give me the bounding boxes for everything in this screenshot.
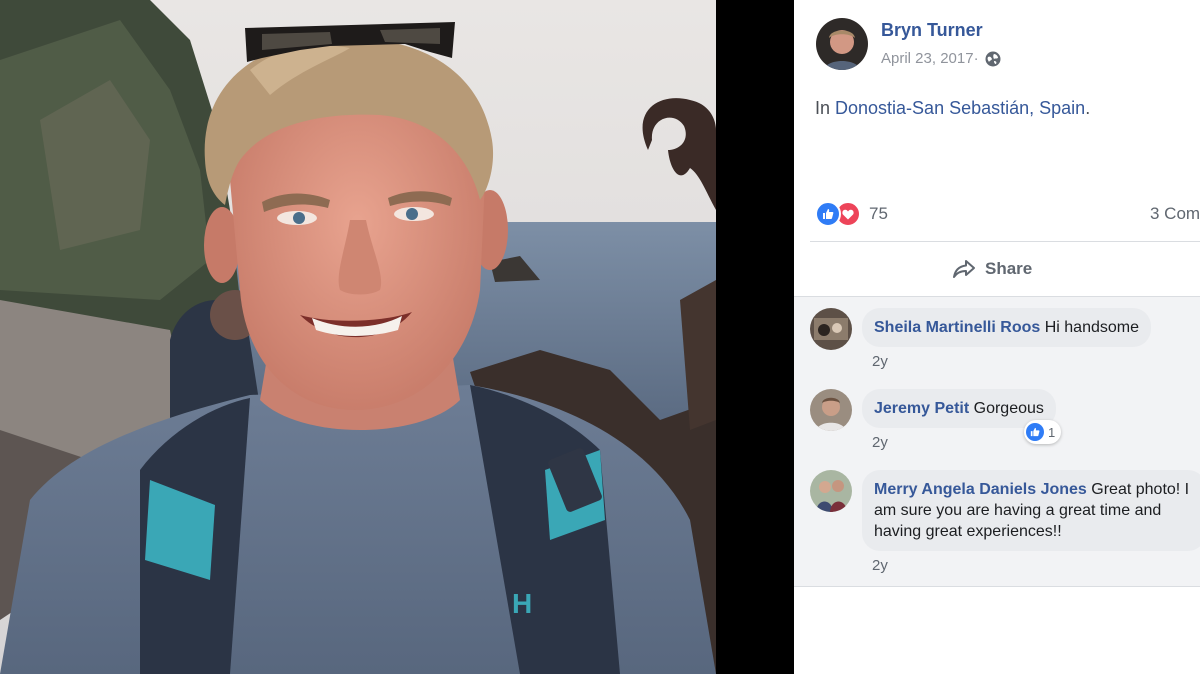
commenter-avatar[interactable]: [810, 389, 852, 431]
reactions-summary[interactable]: 75: [815, 201, 888, 227]
comment-reaction-count: 1: [1048, 424, 1056, 440]
post-text: In Donostia-San Sebastián, Spain.: [815, 98, 1090, 119]
comment-reactions[interactable]: 1: [1024, 420, 1062, 444]
comment-timestamp[interactable]: 2y: [872, 353, 888, 370]
commenter-avatar[interactable]: [810, 308, 852, 350]
post-meta: April 23, 2017 ·: [881, 50, 1001, 67]
comment-count-link[interactable]: 3 Comments: [1150, 204, 1200, 224]
share-label: Share: [985, 259, 1033, 278]
comment-timestamp[interactable]: 2y: [872, 557, 888, 574]
comments-section: Sheila Martinelli Roos Hi handsome 2y Je…: [794, 297, 1200, 587]
comment-bubble: Merry Angela Daniels Jones Great photo! …: [862, 470, 1200, 551]
place-link[interactable]: Donostia-San Sebastián, Spain: [835, 98, 1085, 118]
share-button[interactable]: Share: [952, 255, 1032, 283]
post-text-prefix: In: [815, 98, 836, 118]
comment-text: Gorgeous: [973, 400, 1044, 417]
commenter-name[interactable]: Jeremy Petit: [874, 400, 969, 417]
comment-timestamp[interactable]: 2y: [872, 434, 888, 451]
share-arrow-icon: [953, 260, 975, 278]
post-text-suffix: .: [1085, 98, 1091, 118]
divider: [794, 586, 1200, 587]
comment-bubble: Jeremy Petit Gorgeous: [862, 389, 1056, 428]
meta-separator: ·: [973, 50, 979, 67]
svg-text:H: H: [512, 588, 532, 619]
author-avatar[interactable]: [816, 18, 868, 70]
commenter-name[interactable]: Sheila Martinelli Roos: [874, 319, 1040, 336]
divider: [810, 241, 1200, 242]
post-date[interactable]: April 23, 2017: [881, 50, 974, 67]
author-name[interactable]: Bryn Turner: [881, 20, 983, 41]
comment-bubble: Sheila Martinelli Roos Hi handsome: [862, 308, 1151, 347]
post-panel: Bryn Turner April 23, 2017 · In Donostia…: [794, 0, 1200, 674]
comment-text: Hi handsome: [1044, 319, 1139, 336]
commenter-name[interactable]: Merry Angela Daniels Jones: [874, 481, 1087, 498]
commenter-avatar[interactable]: [810, 470, 852, 512]
reaction-count: 75: [869, 204, 888, 223]
post-photo[interactable]: H: [0, 0, 716, 674]
photo-letterbox: [716, 0, 794, 674]
like-icon: [1026, 423, 1044, 441]
globe-icon[interactable]: [985, 51, 1001, 67]
like-icon: [815, 201, 841, 227]
